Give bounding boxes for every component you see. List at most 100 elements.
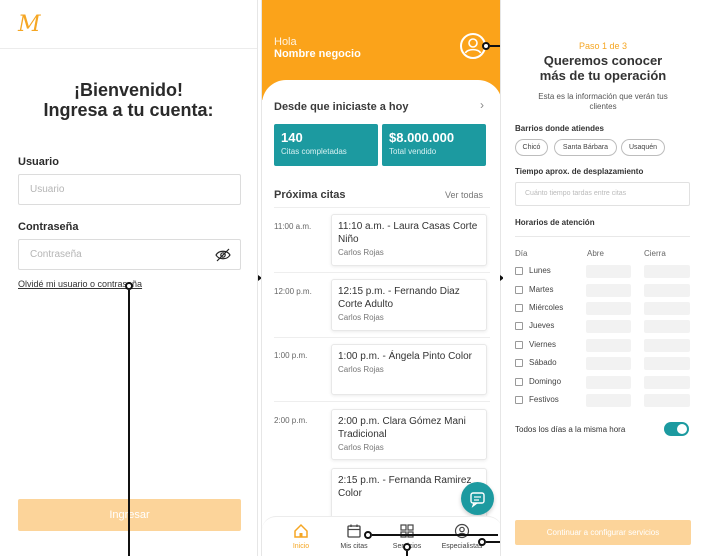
close-time-field[interactable] bbox=[644, 320, 690, 333]
close-time-field[interactable] bbox=[644, 265, 690, 278]
day-row: Martes bbox=[515, 284, 691, 298]
appointment-title: 2:00 p.m. Clara Gómez Mani Tradicional bbox=[338, 416, 466, 440]
onboarding-subtitle: Esta es la información que verán tus cli… bbox=[538, 92, 668, 111]
chevron-right-icon[interactable]: › bbox=[480, 98, 484, 112]
appointment-time: 1:00 p.m. bbox=[274, 351, 308, 360]
day-checkbox[interactable] bbox=[515, 378, 523, 386]
stat-value: $8.000.000 bbox=[389, 130, 455, 145]
open-time-field[interactable] bbox=[586, 394, 631, 407]
appointment-specialist: Carlos Rojas bbox=[338, 365, 384, 374]
title-line-1: Queremos conocer bbox=[543, 53, 663, 68]
annotation-line bbox=[486, 541, 500, 543]
annotation-line bbox=[490, 45, 500, 47]
nav-item-inicio[interactable]: Inicio bbox=[273, 523, 329, 550]
continue-button[interactable]: Continuar a configurar servicios bbox=[515, 520, 691, 545]
travel-time-input[interactable]: Cuánto tiempo tardas entre citas bbox=[515, 182, 690, 206]
user-icon bbox=[464, 38, 482, 54]
same-hours-toggle[interactable] bbox=[664, 422, 689, 436]
dashboard-screen: Hola Nombre negocio Desde que iniciaste … bbox=[261, 0, 501, 556]
barrios-label: Barrios donde atiendes bbox=[515, 124, 604, 133]
appointment-specialist: Carlos Rojas bbox=[338, 313, 384, 322]
appointment-time: 2:00 p.m. bbox=[274, 416, 308, 425]
usuario-input[interactable]: Usuario bbox=[18, 174, 241, 205]
day-row: Viernes bbox=[515, 339, 691, 353]
appointment-card[interactable]: 1:00 p.m. - Ángela Pinto Color Carlos Ro… bbox=[331, 344, 487, 395]
login-screen: M ¡Bienvenido! Ingresa a tu cuenta: Usua… bbox=[0, 0, 258, 556]
col-close-header: Cierra bbox=[644, 249, 666, 258]
calendar-icon bbox=[347, 524, 361, 538]
stat-card-citas: 140 Citas completadas bbox=[274, 124, 378, 166]
barrio-chip[interactable]: Usaquén bbox=[621, 139, 665, 156]
annotation-dot bbox=[364, 531, 372, 539]
day-checkbox[interactable] bbox=[515, 267, 523, 275]
day-checkbox[interactable] bbox=[515, 286, 523, 294]
user-icon bbox=[454, 523, 470, 539]
col-open-header: Abre bbox=[587, 249, 604, 258]
row-divider bbox=[274, 401, 490, 402]
open-time-field[interactable] bbox=[586, 284, 631, 297]
header-divider bbox=[0, 48, 257, 49]
day-checkbox[interactable] bbox=[515, 322, 523, 330]
same-hours-label: Todos los días a la misma hora bbox=[515, 425, 626, 434]
annotation-dot bbox=[482, 42, 490, 50]
hours-label: Horarios de atención bbox=[515, 218, 595, 227]
annotation-dot bbox=[478, 538, 486, 546]
annotation-line bbox=[406, 551, 408, 556]
open-time-field[interactable] bbox=[586, 339, 631, 352]
forgot-password-link[interactable]: Olvidé mi usuario o contraseña bbox=[18, 279, 142, 289]
stat-card-ventas: $8.000.000 Total vendido bbox=[382, 124, 486, 166]
appointment-specialist: Carlos Rojas bbox=[338, 248, 384, 257]
appointment-title: 1:00 p.m. - Ángela Pinto Color bbox=[338, 351, 472, 362]
step-indicator: Paso 1 de 3 bbox=[578, 41, 628, 51]
close-time-field[interactable] bbox=[644, 284, 690, 297]
password-input[interactable]: Contraseña bbox=[18, 239, 241, 270]
welcome-heading: ¡Bienvenido! Ingresa a tu cuenta: bbox=[0, 80, 257, 120]
usuario-label: Usuario bbox=[18, 156, 59, 168]
open-time-field[interactable] bbox=[586, 265, 631, 278]
close-time-field[interactable] bbox=[644, 394, 690, 407]
chat-button[interactable] bbox=[461, 482, 494, 515]
appointment-title: 11:10 a.m. - Laura Casas Corte Niño bbox=[338, 221, 478, 245]
upcoming-title: Próxima citas bbox=[274, 189, 346, 201]
barrio-chip[interactable]: Chicó bbox=[515, 139, 548, 156]
close-time-field[interactable] bbox=[644, 357, 690, 370]
day-name: Lunes bbox=[529, 266, 551, 275]
row-divider bbox=[274, 337, 490, 338]
day-name: Miércoles bbox=[529, 303, 564, 312]
day-name: Viernes bbox=[529, 340, 556, 349]
password-placeholder: Contraseña bbox=[30, 249, 82, 260]
stat-label: Total vendido bbox=[389, 147, 437, 156]
day-row: Jueves bbox=[515, 320, 691, 334]
section-divider bbox=[274, 207, 490, 208]
day-name: Sábado bbox=[529, 358, 557, 367]
open-time-field[interactable] bbox=[586, 357, 631, 370]
appointment-card[interactable]: 2:00 p.m. Clara Gómez Mani Tradicional C… bbox=[331, 409, 487, 460]
day-row: Miércoles bbox=[515, 302, 691, 316]
day-checkbox[interactable] bbox=[515, 304, 523, 312]
appointment-card[interactable]: 11:10 a.m. - Laura Casas Corte Niño Carl… bbox=[331, 214, 487, 266]
day-checkbox[interactable] bbox=[515, 359, 523, 367]
close-time-field[interactable] bbox=[644, 376, 690, 389]
chat-bubble-icon bbox=[470, 492, 485, 508]
day-checkbox[interactable] bbox=[515, 396, 523, 404]
welcome-line-2: Ingresa a tu cuenta: bbox=[43, 100, 214, 120]
nav-label: Mis citas bbox=[340, 543, 368, 550]
see-all-link[interactable]: Ver todas bbox=[445, 190, 483, 200]
day-name: Festivos bbox=[529, 395, 559, 404]
close-time-field[interactable] bbox=[644, 302, 690, 315]
day-name: Jueves bbox=[529, 321, 555, 330]
barrio-chip[interactable]: Santa Bárbara bbox=[554, 139, 617, 156]
open-time-field[interactable] bbox=[586, 302, 631, 315]
onboarding-screen: Paso 1 de 3 Queremos conocer más de tu o… bbox=[503, 0, 703, 556]
close-time-field[interactable] bbox=[644, 339, 690, 352]
eye-slash-icon[interactable] bbox=[215, 248, 231, 262]
appointment-card[interactable]: 12:15 p.m. - Fernando Diaz Corte Adulto … bbox=[331, 279, 487, 331]
open-time-field[interactable] bbox=[586, 320, 631, 333]
stat-value: 140 bbox=[281, 130, 303, 145]
day-name: Martes bbox=[529, 285, 554, 294]
nav-item-mis-citas[interactable]: Mis citas bbox=[326, 523, 382, 550]
home-icon bbox=[294, 523, 308, 538]
day-checkbox[interactable] bbox=[515, 341, 523, 349]
open-time-field[interactable] bbox=[586, 376, 631, 389]
stat-label: Citas completadas bbox=[281, 147, 347, 156]
